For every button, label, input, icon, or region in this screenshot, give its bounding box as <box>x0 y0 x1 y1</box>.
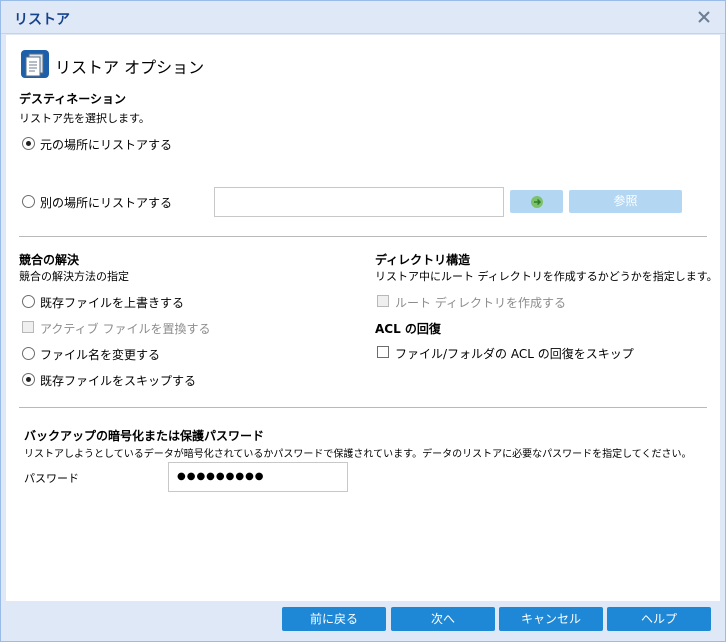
content-panel: リストア オプション デスティネーション リストア先を選択します。 元の場所にリ… <box>6 35 720 601</box>
browse-button[interactable]: 参照 <box>569 190 682 213</box>
green-arrow-icon <box>531 196 543 208</box>
skip-acl-label[interactable]: ファイル/フォルダの ACL の回復をスキップ <box>395 345 634 362</box>
window-title: リストア <box>14 12 70 28</box>
section-divider <box>19 407 707 408</box>
create-root-checkbox[interactable] <box>377 295 389 307</box>
restore-dialog: リストア リストア オプション デスティネーション リストア先を選択します。 元… <box>0 0 726 642</box>
destination-path-input[interactable] <box>214 187 504 217</box>
password-label: パスワード <box>24 472 79 485</box>
password-input[interactable]: ●●●●●●●●● <box>168 462 348 492</box>
help-button[interactable]: ヘルプ <box>607 607 711 631</box>
directory-heading: ディレクトリ構造 <box>375 253 471 267</box>
restore-document-icon <box>21 50 49 78</box>
destination-heading: デスティネーション <box>19 92 127 106</box>
rename-label[interactable]: ファイル名を変更する <box>40 346 160 363</box>
original-location-radio[interactable] <box>22 137 35 150</box>
next-button[interactable]: 次へ <box>391 607 495 631</box>
section-divider <box>19 236 707 237</box>
other-location-radio[interactable] <box>22 195 35 208</box>
back-button[interactable]: 前に戻る <box>282 607 386 631</box>
encryption-description: リストアしようとしているデータが暗号化されているかパスワードで保護されています。… <box>24 449 692 460</box>
conflict-heading: 競合の解決 <box>19 253 80 267</box>
skip-existing-radio[interactable] <box>22 373 35 386</box>
destination-description: リストア先を選択します。 <box>19 112 150 125</box>
close-icon[interactable] <box>697 10 711 24</box>
overwrite-label[interactable]: 既存ファイルを上書きする <box>40 294 184 311</box>
create-root-label: ルート ディレクトリを作成する <box>395 296 566 310</box>
rename-radio[interactable] <box>22 347 35 360</box>
skip-existing-label[interactable]: 既存ファイルをスキップする <box>40 372 196 389</box>
cancel-button[interactable]: キャンセル <box>499 607 603 631</box>
browse-arrow-button[interactable] <box>510 190 563 213</box>
conflict-description: 競合の解決方法の指定 <box>19 270 129 283</box>
other-location-label[interactable]: 別の場所にリストアする <box>40 194 172 211</box>
replace-active-checkbox[interactable] <box>22 321 34 333</box>
title-bar: リストア <box>1 1 725 34</box>
acl-heading: ACL の回復 <box>375 322 441 336</box>
encryption-heading: バックアップの暗号化または保護パスワード <box>24 429 265 443</box>
page-title: リストア オプション <box>55 58 205 77</box>
skip-acl-checkbox[interactable] <box>377 346 389 358</box>
overwrite-radio[interactable] <box>22 295 35 308</box>
original-location-label[interactable]: 元の場所にリストアする <box>40 136 172 153</box>
directory-description: リストア中にルート ディレクトリを作成するかどうかを指定します。 <box>375 270 718 283</box>
replace-active-label: アクティブ ファイルを置換する <box>40 322 211 336</box>
